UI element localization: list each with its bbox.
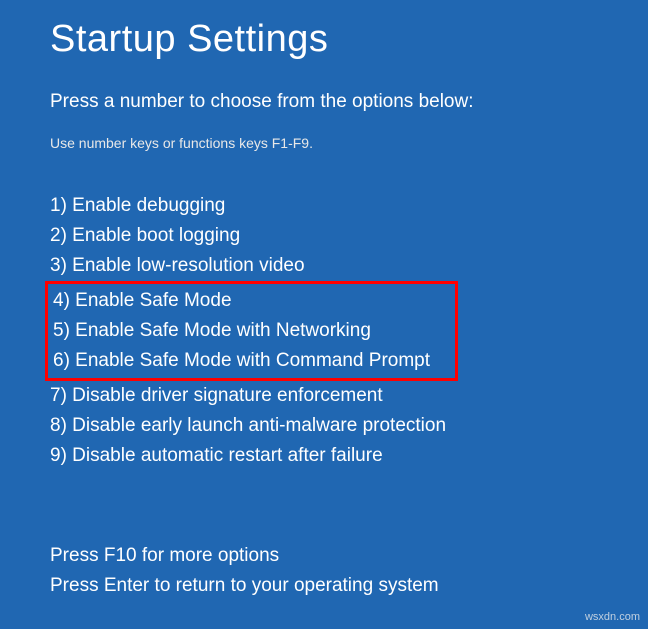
- highlight-annotation: 4) Enable Safe Mode 5) Enable Safe Mode …: [45, 281, 458, 381]
- option-5[interactable]: 5) Enable Safe Mode with Networking: [50, 316, 451, 346]
- footer: Press F10 for more options Press Enter t…: [50, 541, 598, 601]
- hint-text: Use number keys or functions keys F1-F9.: [50, 135, 598, 151]
- option-6[interactable]: 6) Enable Safe Mode with Command Prompt: [50, 346, 451, 376]
- option-3[interactable]: 3) Enable low-resolution video: [50, 251, 598, 281]
- option-1[interactable]: 1) Enable debugging: [50, 191, 598, 221]
- option-8[interactable]: 8) Disable early launch anti-malware pro…: [50, 411, 598, 441]
- watermark: wsxdn.com: [585, 611, 640, 623]
- return-text: Press Enter to return to your operating …: [50, 571, 598, 601]
- option-4[interactable]: 4) Enable Safe Mode: [50, 286, 451, 316]
- options-list: 1) Enable debugging 2) Enable boot loggi…: [50, 191, 598, 471]
- page-title: Startup Settings: [50, 18, 598, 61]
- instruction-text: Press a number to choose from the option…: [50, 91, 598, 113]
- option-9[interactable]: 9) Disable automatic restart after failu…: [50, 441, 598, 471]
- more-options-text: Press F10 for more options: [50, 541, 598, 571]
- option-2[interactable]: 2) Enable boot logging: [50, 221, 598, 251]
- option-7[interactable]: 7) Disable driver signature enforcement: [50, 381, 598, 411]
